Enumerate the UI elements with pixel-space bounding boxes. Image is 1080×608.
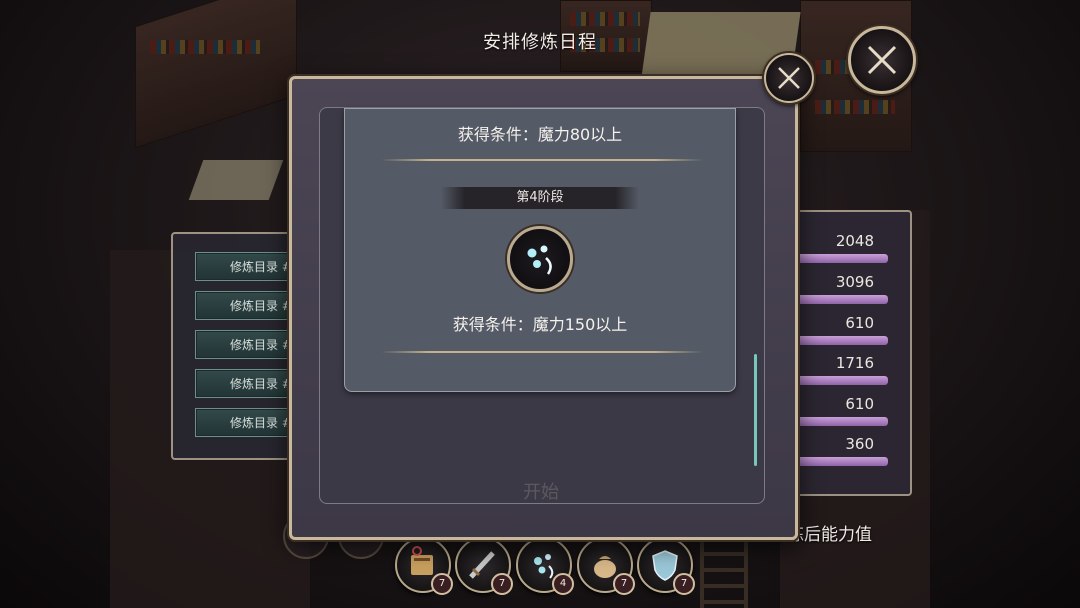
item-slot-5[interactable]: 7 xyxy=(637,537,695,595)
item-count-badge: 7 xyxy=(613,573,635,595)
stat-bar xyxy=(790,336,888,345)
stat-bar-fill xyxy=(790,417,888,426)
stat-bar xyxy=(790,417,888,426)
item-count-badge: 7 xyxy=(491,573,513,595)
item-count-badge: 7 xyxy=(673,573,695,595)
current-stage-condition: 获得条件：魔力150以上 xyxy=(452,315,628,334)
stat-bar xyxy=(790,376,888,385)
stage-label: 第4阶段 xyxy=(441,187,639,209)
stat-value: 360 xyxy=(845,435,874,453)
magic-sparkle-icon xyxy=(527,245,552,275)
divider xyxy=(381,159,703,161)
stat-bar-fill xyxy=(790,295,888,304)
skill-icon-frame xyxy=(507,226,573,292)
stat-value: 1716 xyxy=(835,354,874,372)
ability-stats-panel: 2048 3096 610 1716 610 360 xyxy=(782,210,912,496)
stat-row: 610 xyxy=(784,395,904,435)
divider xyxy=(381,351,703,353)
stat-row: 3096 xyxy=(784,273,904,313)
stat-bar-fill xyxy=(790,254,888,263)
item-count-badge: 4 xyxy=(552,573,574,595)
start-button-faded: 开始 xyxy=(523,482,559,503)
stat-value: 3096 xyxy=(835,273,874,291)
stat-value: 610 xyxy=(845,314,874,332)
stat-value: 2048 xyxy=(835,232,874,250)
item-count-badge: 7 xyxy=(431,573,453,595)
stat-bar xyxy=(790,295,888,304)
prev-stage-condition: 获得条件：魔力80以上 xyxy=(457,125,623,144)
stat-row: 2048 xyxy=(784,232,904,272)
stat-row: 1716 xyxy=(784,354,904,394)
stat-bar-fill xyxy=(790,336,888,345)
stat-bar-fill xyxy=(790,376,888,385)
stat-row: 360 xyxy=(784,435,904,475)
stat-bar xyxy=(790,254,888,263)
close-icon xyxy=(867,45,897,75)
item-slot-2[interactable]: 7 xyxy=(455,537,513,595)
stat-value: 610 xyxy=(845,395,874,413)
stat-bar xyxy=(790,457,888,466)
close-icon xyxy=(778,67,800,89)
item-slot-4[interactable]: 7 xyxy=(577,537,635,595)
item-slot-3[interactable]: 4 xyxy=(516,537,574,595)
stat-row: 610 xyxy=(784,314,904,354)
close-screen-button[interactable] xyxy=(848,26,916,94)
close-modal-button[interactable] xyxy=(764,53,814,103)
stage-card: 获得条件：魔力80以上 第4阶段 获得条件：魔力150以上 xyxy=(344,108,736,392)
modal-scrollbar[interactable] xyxy=(754,354,757,466)
item-slot-1[interactable]: 7 xyxy=(395,537,453,595)
screen-title: 安排修炼日程 xyxy=(483,32,597,53)
stat-bar-fill xyxy=(790,457,888,466)
